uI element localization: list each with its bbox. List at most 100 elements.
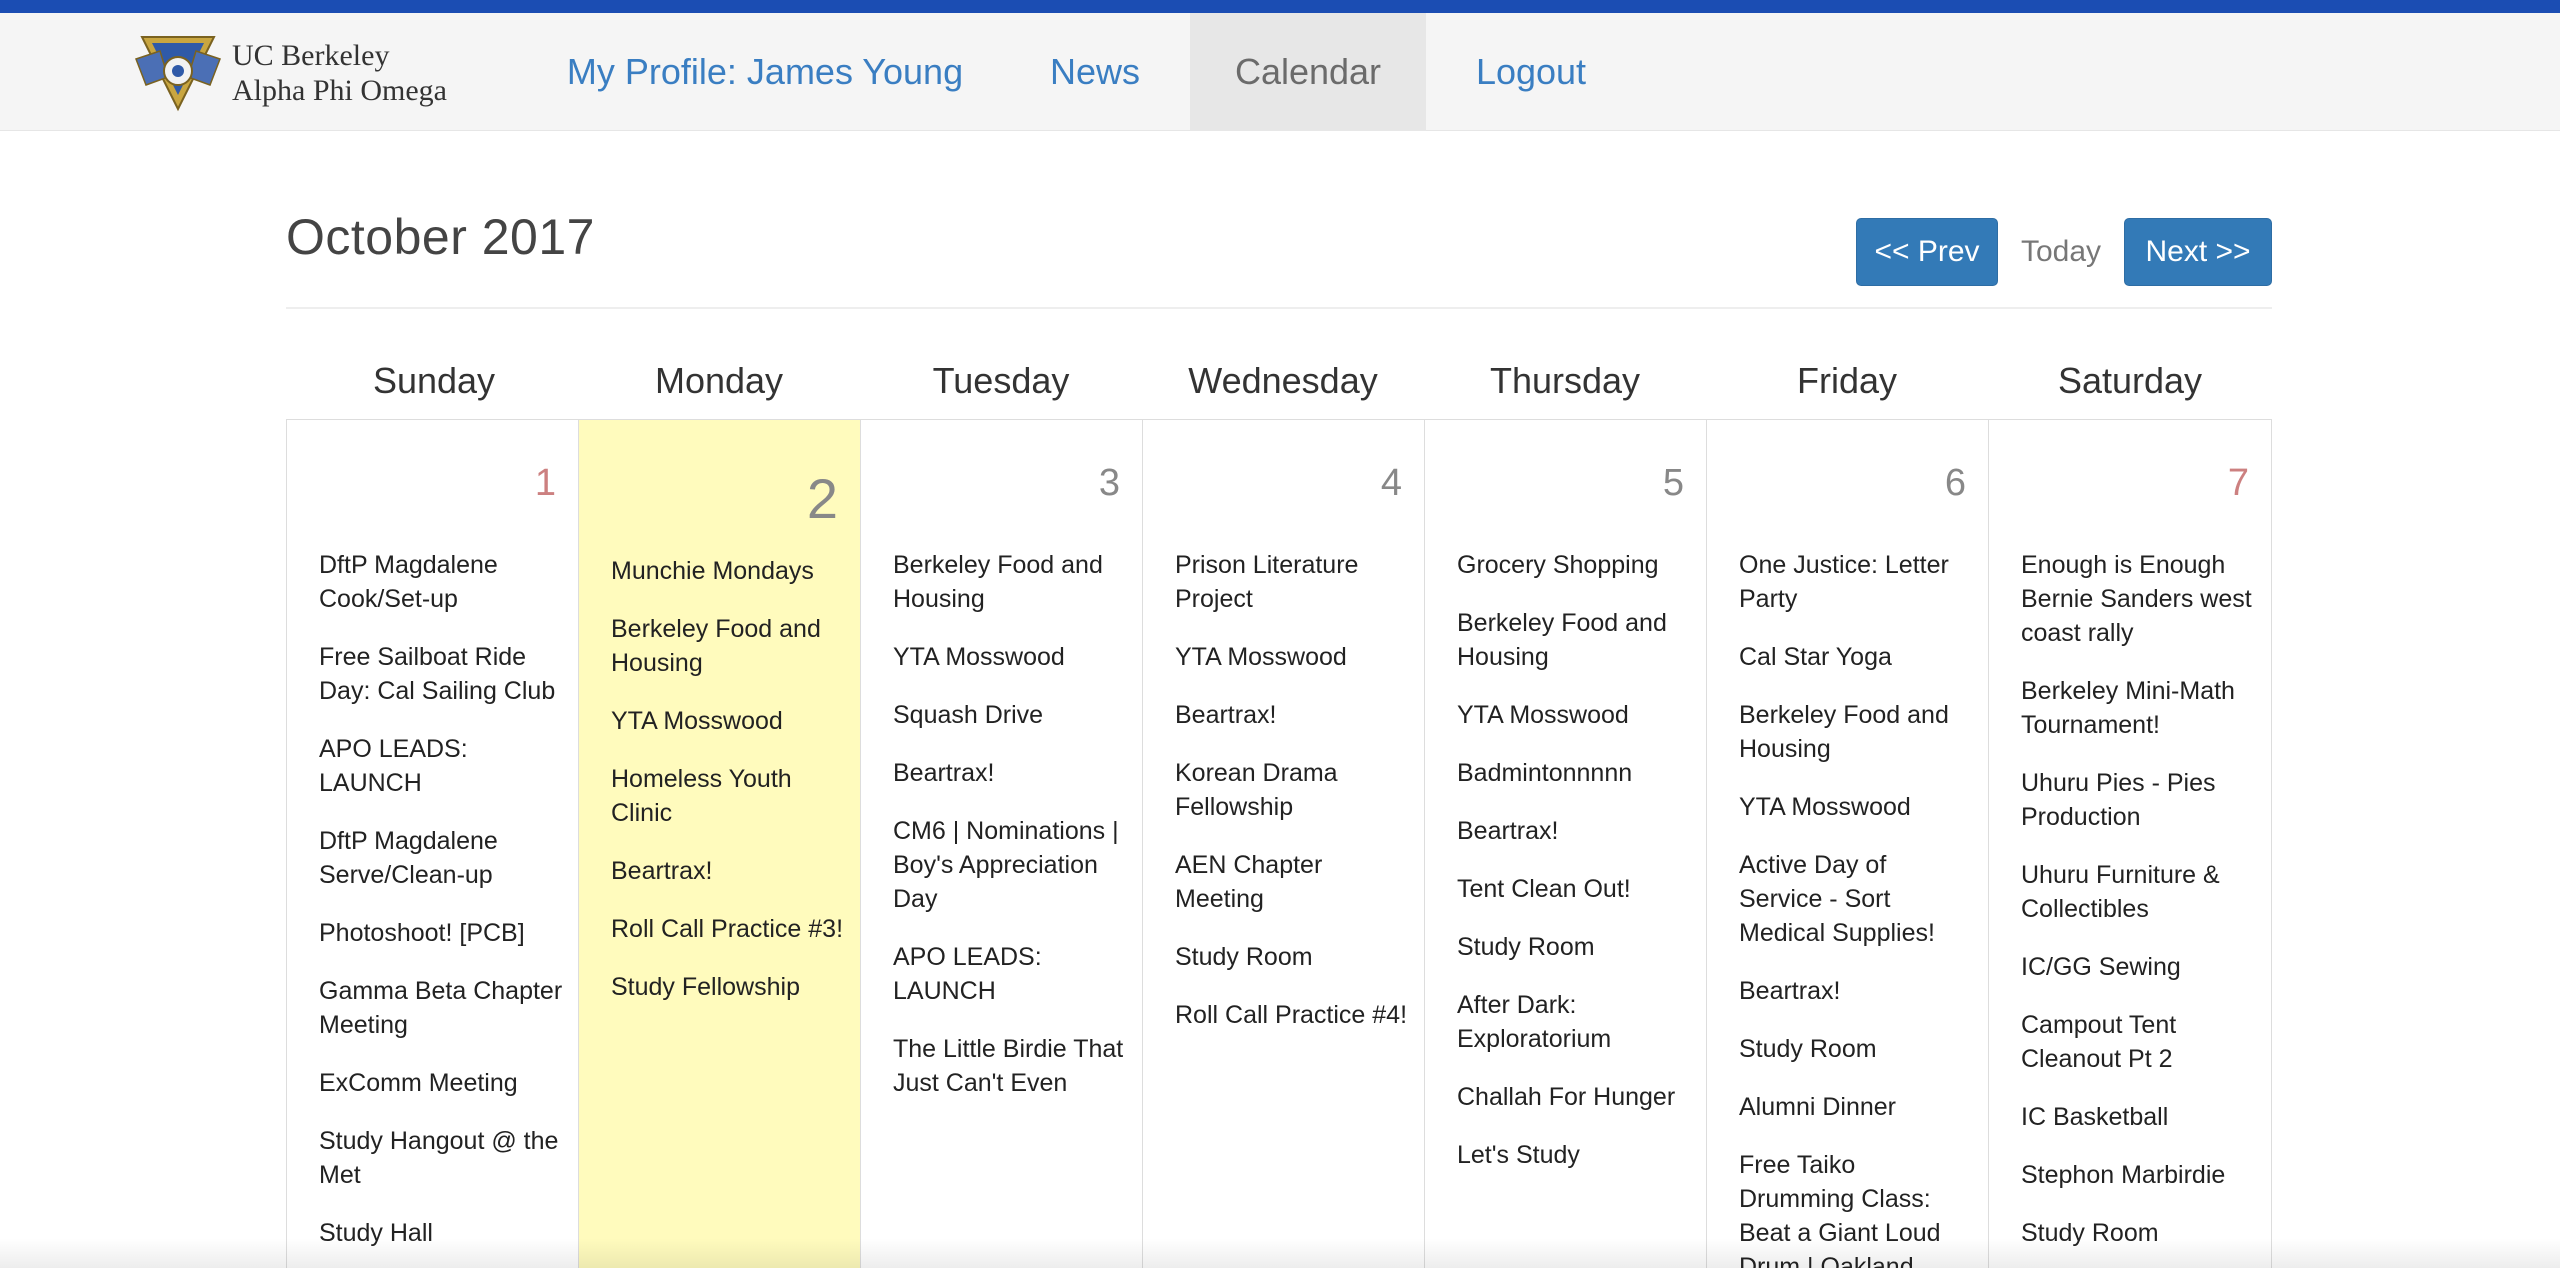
day-header-wednesday: Wednesday (1188, 360, 1378, 401)
calendar-event[interactable]: Squash Drive (893, 698, 1128, 732)
event-list: DftP Magdalene Cook/Set-up Free Sailboat … (319, 548, 564, 1268)
month-title: October 2017 (286, 209, 595, 265)
calendar-event[interactable]: Prison Literature Project (1175, 548, 1410, 616)
calendar-event[interactable]: Free Taiko Drumming Class: Beat a Giant … (1739, 1148, 1974, 1268)
day-cell-1[interactable]: 1 DftP Magdalene Cook/Set-up Free Sailboa… (287, 420, 579, 1268)
next-month-button[interactable]: Next >> (2124, 218, 2272, 286)
day-number: 3 (1098, 462, 1120, 504)
calendar-event[interactable]: Badmintonnnnn (1457, 756, 1692, 790)
calendar-event[interactable]: Let's Study (1457, 1138, 1692, 1172)
calendar-event[interactable]: Photoshoot! [PCB] (319, 916, 564, 950)
calendar-event[interactable]: One Justice: Letter Party (1739, 548, 1974, 616)
day-header-tuesday: Tuesday (932, 360, 1070, 401)
calendar-grid: 1 DftP Magdalene Cook/Set-up Free Sailboa… (286, 419, 2272, 1268)
calendar-event[interactable]: Beartrax! (611, 854, 846, 888)
calendar-event[interactable]: YTA Mosswood (893, 640, 1128, 674)
calendar-event[interactable]: Study Room (1739, 1032, 1974, 1066)
nav-my-profile[interactable]: My Profile: James Young (560, 13, 970, 131)
day-cell-7[interactable]: 7 Enough is Enough Bernie Sanders west c… (1989, 420, 2272, 1268)
calendar-event[interactable]: Study Room (1175, 940, 1410, 974)
calendar-event[interactable]: Munchie Mondays (611, 554, 846, 588)
calendar-event[interactable]: Beartrax! (1457, 814, 1692, 848)
day-cell-5[interactable]: 5 Grocery Shopping Berkeley Food and Hous… (1425, 420, 1707, 1268)
calendar-event[interactable]: Study Room (1457, 930, 1692, 964)
calendar-event[interactable]: After Dark: Exploratorium (1457, 988, 1692, 1056)
day-cell-6[interactable]: 6 One Justice: Letter Party Cal Star Yoga… (1707, 420, 1989, 1268)
calendar-event[interactable]: ExComm Meeting (319, 1066, 564, 1100)
calendar-event[interactable]: Berkeley Mini-Math Tournament! (2021, 674, 2257, 742)
calendar-event[interactable]: Uhuru Pies - Pies Production (2021, 766, 2257, 834)
day-number: 6 (1944, 462, 1966, 504)
calendar-event[interactable]: APO LEADS: LAUNCH (319, 732, 564, 800)
day-header-monday: Monday (654, 360, 784, 401)
event-list: One Justice: Letter Party Cal Star Yoga Be… (1739, 548, 1974, 1268)
calendar-event[interactable]: Beartrax! (1175, 698, 1410, 732)
event-list: Enough is Enough Bernie Sanders west coa… (2021, 548, 2257, 1268)
calendar-event[interactable]: IC/GG Sewing (2021, 950, 2257, 984)
brand-line-2: Alpha Phi Omega (232, 74, 447, 107)
calendar-event[interactable]: Roll Call Practice #4! (1175, 998, 1410, 1032)
calendar-event[interactable]: APO LEADS: LAUNCH (893, 940, 1128, 1008)
apo-crest-icon (135, 36, 221, 112)
calendar-event[interactable]: DftP Magdalene Cook/Set-up (319, 548, 564, 616)
nav-calendar[interactable]: Calendar (1190, 13, 1426, 131)
calendar-event[interactable]: Active Day of Service - Sort Medical Sup… (1739, 848, 1974, 950)
calendar-event[interactable]: Korean Drama Fellowship (1175, 756, 1410, 824)
calendar-event[interactable]: Tent Clean Out! (1457, 872, 1692, 906)
day-header-thursday: Thursday (1489, 360, 1641, 401)
day-cell-2-today[interactable]: 2 Munchie Mondays Berkeley Food and Housi… (579, 420, 861, 1268)
prev-month-button[interactable]: << Prev (1856, 218, 1998, 286)
calendar-event[interactable]: Berkeley Food and Housing (1457, 606, 1692, 674)
calendar-event[interactable]: The Little Birdie That Just Can't Even (893, 1032, 1128, 1100)
calendar-event[interactable]: Alumni Dinner (1739, 1090, 1974, 1124)
calendar-event[interactable]: YTA Mosswood (1739, 790, 1974, 824)
event-list: Munchie Mondays Berkeley Food and Housing… (611, 554, 846, 1028)
top-accent-bar (0, 0, 2560, 13)
navbar: UC Berkeley Alpha Phi Omega My Profile: … (0, 13, 2560, 131)
calendar-event[interactable]: DftP Magdalene Serve/Clean-up (319, 824, 564, 892)
calendar-event[interactable]: Stephon Marbirdie (2021, 1158, 2257, 1192)
calendar-event[interactable]: IC Basketball (2021, 1100, 2257, 1134)
day-cell-3[interactable]: 3 Berkeley Food and Housing YTA Mosswood S… (861, 420, 1143, 1268)
calendar-event[interactable]: Study Hangout @ the Met (319, 1124, 564, 1192)
calendar-event[interactable]: YTA Mosswood (611, 704, 846, 738)
calendar-event[interactable]: Homeless Youth Clinic (611, 762, 846, 830)
calendar-event[interactable]: Challah For Hunger (1457, 1080, 1692, 1114)
calendar-event[interactable]: Grocery Shopping (1457, 548, 1692, 582)
calendar-event[interactable]: Berkeley Food and Housing (611, 612, 846, 680)
brand-line-1: UC Berkeley (232, 39, 390, 72)
calendar-event[interactable]: Study Room (2021, 1216, 2257, 1250)
day-header-sunday: Sunday (372, 360, 496, 401)
header-divider (286, 307, 2272, 309)
nav-news[interactable]: News (1000, 13, 1190, 131)
calendar-event[interactable]: CM6 | Nominations | Boy's Appreciation D… (893, 814, 1128, 916)
calendar-event[interactable]: Campout Tent Cleanout Pt 2 (2021, 1008, 2257, 1076)
day-header-saturday: Saturday (2057, 360, 2203, 401)
nav-logout[interactable]: Logout (1456, 13, 1606, 131)
calendar-event[interactable]: Study Hall (319, 1216, 564, 1250)
calendar-event[interactable]: Beartrax! (1739, 974, 1974, 1008)
day-number: 7 (2227, 462, 2249, 504)
calendar-event[interactable]: YTA Mosswood (1457, 698, 1692, 732)
day-number: 4 (1380, 462, 1402, 504)
calendar-event[interactable]: AEN Chapter Meeting (1175, 848, 1410, 916)
today-button[interactable]: Today (1998, 218, 2124, 286)
calendar-event[interactable]: Uhuru Furniture & Collectibles (2021, 858, 2257, 926)
calendar-event[interactable]: Beartrax! (893, 756, 1128, 790)
day-number: 2 (806, 467, 838, 530)
calendar-event[interactable]: Roll Call Practice #3! (611, 912, 846, 946)
day-number: 1 (534, 462, 556, 504)
calendar-event[interactable]: Enough is Enough Bernie Sanders west coa… (2021, 548, 2257, 650)
event-list: Prison Literature Project YTA Mosswood Bea… (1175, 548, 1410, 1056)
calendar-event[interactable]: Cal Star Yoga (1739, 640, 1974, 674)
calendar-event[interactable]: Study Fellowship (611, 970, 846, 1004)
calendar-event[interactable]: Berkeley Food and Housing (893, 548, 1128, 616)
day-cell-4[interactable]: 4 Prison Literature Project YTA Mosswood B… (1143, 420, 1425, 1268)
calendar-event[interactable]: Gamma Beta Chapter Meeting (319, 974, 564, 1042)
brand[interactable]: UC Berkeley Alpha Phi Omega (134, 33, 447, 113)
calendar-event[interactable]: Free Sailboat Ride Day: Cal Sailing Club (319, 640, 564, 708)
event-list: Grocery Shopping Berkeley Food and Housin… (1457, 548, 1692, 1196)
calendar-event[interactable]: Berkeley Food and Housing (1739, 698, 1974, 766)
calendar-event[interactable]: YTA Mosswood (1175, 640, 1410, 674)
event-list: Berkeley Food and Housing YTA Mosswood Squ… (893, 548, 1128, 1124)
